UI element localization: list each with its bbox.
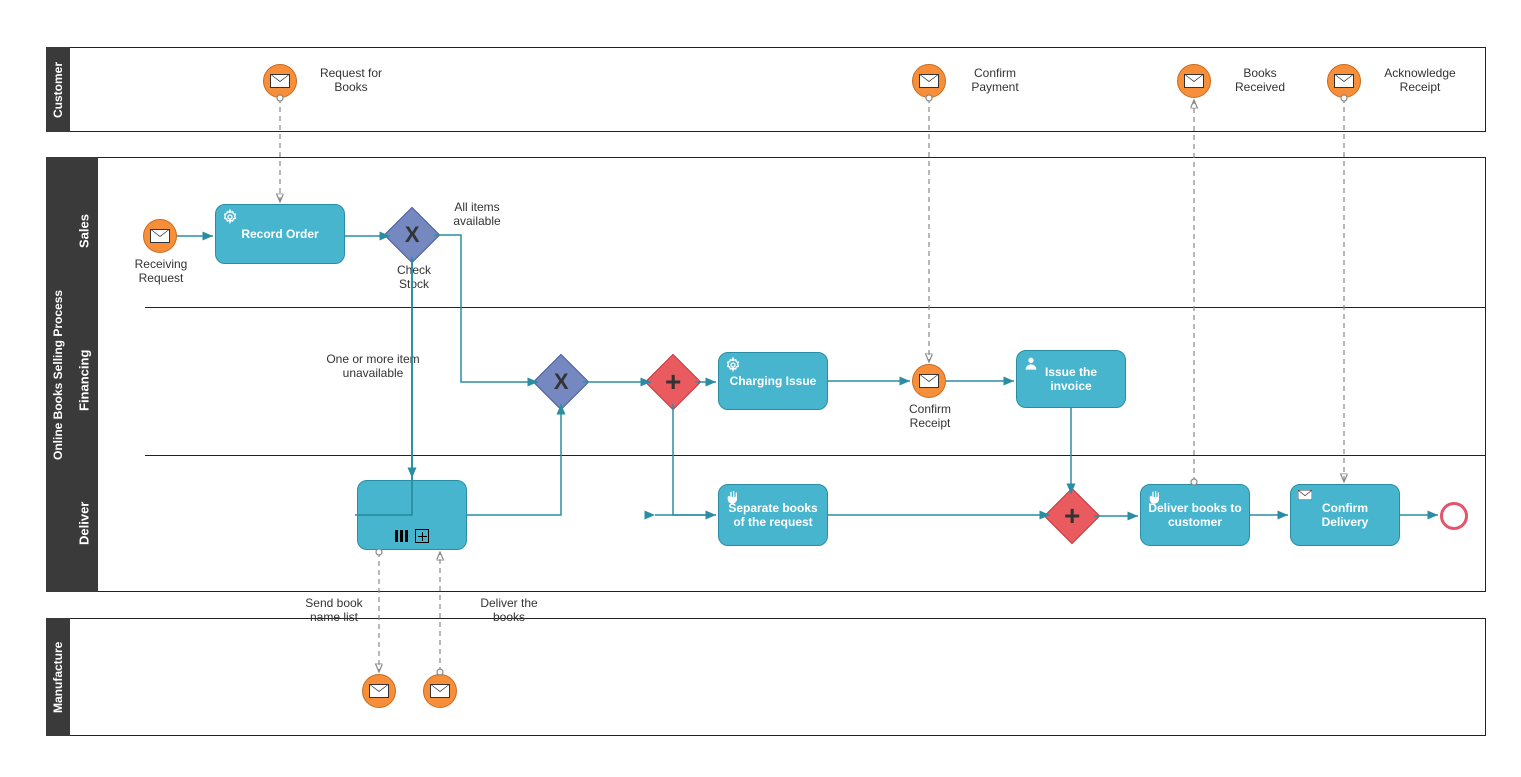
- lane-label-financing: Financing: [70, 306, 98, 454]
- task-issue-invoice[interactable]: Issue the invoice: [1016, 350, 1126, 408]
- label-unavailable: One or more item unavailable: [313, 352, 433, 380]
- label-request-books: Request for Books: [306, 66, 396, 94]
- task-label: Separate books of the request: [725, 501, 821, 529]
- envelope-icon: [430, 684, 450, 698]
- task-label: Record Order: [241, 227, 318, 241]
- label-confirm-receipt: Confirm Receipt: [905, 402, 955, 430]
- envelope-icon: [1184, 74, 1204, 88]
- subprocess-marker-icon: [415, 529, 429, 543]
- envelope-icon: [1334, 74, 1354, 88]
- envelope-icon: [369, 684, 389, 698]
- parallel-marker-icon: [395, 530, 409, 542]
- plus-icon: +: [1064, 500, 1080, 532]
- plus-icon: +: [665, 366, 681, 398]
- message-event-confirm-payment[interactable]: [912, 64, 946, 98]
- label-books-received: Books Received: [1220, 66, 1300, 94]
- gear-icon: [222, 209, 238, 225]
- event-confirm-receipt[interactable]: [912, 364, 946, 398]
- envelope-icon: [919, 74, 939, 88]
- message-event-send-list[interactable]: [362, 674, 396, 708]
- end-event[interactable]: [1440, 502, 1468, 530]
- task-label: Deliver books to customer: [1147, 501, 1243, 529]
- label-receiving-request: Receiving Request: [131, 257, 191, 285]
- x-icon: X: [554, 369, 569, 395]
- task-deliver-books[interactable]: Deliver books to customer: [1140, 484, 1250, 546]
- label-deliver-books-msg: Deliver the books: [469, 596, 549, 624]
- x-icon: X: [405, 222, 420, 248]
- task-label: Charging Issue: [730, 374, 817, 388]
- pool-label-process: Online Books Selling Process: [46, 157, 70, 592]
- message-event-deliver-books[interactable]: [423, 674, 457, 708]
- task-separate-books[interactable]: Separate books of the request: [718, 484, 828, 546]
- hand-icon: [725, 489, 741, 505]
- message-event-acknowledge-receipt[interactable]: [1327, 64, 1361, 98]
- task-record-order[interactable]: Record Order: [215, 204, 345, 264]
- message-event-books-received[interactable]: [1177, 64, 1211, 98]
- task-subprocess[interactable]: [357, 480, 467, 550]
- label-check-stock: Check Stock: [392, 263, 436, 291]
- label-acknowledge-receipt: Acknowledge Receipt: [1370, 66, 1470, 94]
- message-event-request-books[interactable]: [263, 64, 297, 98]
- task-confirm-delivery[interactable]: Confirm Delivery: [1290, 484, 1400, 546]
- envelope-icon: [1297, 489, 1313, 505]
- label-all-available: All items available: [432, 200, 522, 228]
- lane-label-deliver: Deliver: [70, 454, 98, 592]
- hand-icon: [1147, 489, 1163, 505]
- label-confirm-payment: Confirm Payment: [955, 66, 1035, 94]
- lane-divider-2: [145, 455, 1485, 456]
- lane-divider-1: [145, 307, 1485, 308]
- envelope-icon: [150, 229, 170, 243]
- task-label: Confirm Delivery: [1297, 501, 1393, 529]
- start-event-receiving-request[interactable]: [143, 219, 177, 253]
- task-charging-issue[interactable]: Charging Issue: [718, 352, 828, 410]
- label-send-book-list: Send book name list: [294, 596, 374, 624]
- subprocess-markers: [395, 529, 429, 543]
- user-icon: [1023, 355, 1039, 371]
- gear-icon: [725, 357, 741, 373]
- lane-label-sales: Sales: [70, 157, 98, 306]
- pool-label-manufacture: Manufacture: [46, 618, 70, 736]
- pool-label-customer: Customer: [46, 47, 70, 132]
- envelope-icon: [270, 74, 290, 88]
- envelope-icon: [919, 374, 939, 388]
- pool-manufacture: [46, 618, 1486, 736]
